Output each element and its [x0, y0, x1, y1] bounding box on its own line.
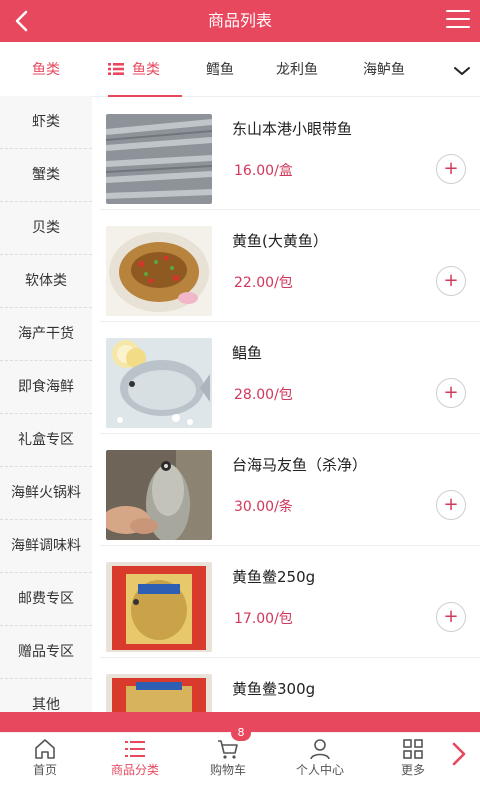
menu-button[interactable] [446, 10, 470, 32]
sidebar-item-seasoning[interactable]: 海鲜调味料 [0, 520, 92, 573]
product-price: 16.00/盒 [234, 163, 293, 179]
nav-label: 更多 [400, 763, 425, 777]
subcategory-tabs: 鱼类 鳕鱼 龙利鱼 海鲈鱼 [92, 44, 480, 97]
sidebar-item-mollusk[interactable]: 软体类 [0, 255, 92, 308]
sidebar-item-fish[interactable]: 鱼类 [0, 44, 92, 96]
product-list: 东山本港小眼带鱼 16.00/盒 + 黄鱼(大黄鱼） 22.00/包 + 鲳鱼 … [100, 98, 480, 712]
product-item[interactable]: 鲳鱼 28.00/包 + [100, 322, 480, 434]
product-price: 28.00/包 [234, 387, 293, 403]
product-name[interactable]: 东山本港小眼带鱼 [232, 118, 352, 139]
product-item[interactable]: 台海马友鱼（杀净） 30.00/条 + [100, 434, 480, 546]
product-name[interactable]: 黄鱼鲞300g [232, 678, 315, 699]
nav-home[interactable]: 首页 [0, 733, 90, 800]
product-image[interactable] [106, 226, 212, 316]
nav-profile[interactable]: 个人中心 [275, 733, 365, 800]
tab-cod[interactable]: 鳕鱼 [206, 44, 234, 97]
product-name[interactable]: 黄鱼鲞250g [232, 566, 315, 587]
product-item[interactable]: 黄鱼(大黄鱼） 22.00/包 + [100, 210, 480, 322]
hamburger-icon-line [446, 10, 470, 12]
nav-label: 个人中心 [295, 763, 344, 777]
add-to-cart-button[interactable]: + [436, 602, 466, 632]
tab-fish[interactable]: 鱼类 [108, 44, 182, 97]
app-root: 商品列表 鱼类 虾类 蟹类 贝类 软体类 海产干货 即食海鲜 礼盒专区 海鲜火锅… [0, 0, 480, 800]
nav-label: 首页 [32, 763, 57, 777]
sidebar-item-dried-seafood[interactable]: 海产干货 [0, 308, 92, 361]
sidebar-item-shellfish[interactable]: 贝类 [0, 202, 92, 255]
add-to-cart-button[interactable]: + [436, 490, 466, 520]
page-title: 商品列表 [207, 11, 272, 30]
tab-sole[interactable]: 龙利鱼 [276, 44, 318, 97]
tab-sea-bass[interactable]: 海鲈鱼 [363, 44, 405, 97]
user-icon [310, 739, 330, 760]
product-image[interactable] [106, 562, 212, 652]
product-item[interactable]: 东山本港小眼带鱼 16.00/盒 + [100, 98, 480, 210]
product-item[interactable]: 黄鱼鲞250g 17.00/包 + [100, 546, 480, 658]
product-image[interactable] [106, 114, 212, 204]
nav-categories[interactable]: 商品分类 [90, 733, 180, 800]
cart-icon [218, 740, 238, 759]
category-sidebar: 鱼类 虾类 蟹类 贝类 软体类 海产干货 即食海鲜 礼盒专区 海鲜火锅料 海鲜调… [0, 44, 92, 712]
grid-icon [403, 739, 423, 759]
product-price: 17.00/包 [234, 611, 293, 627]
hamburger-icon-line [446, 26, 470, 28]
add-to-cart-button[interactable]: + [436, 266, 466, 296]
sidebar-item-other[interactable]: 其他 [0, 679, 92, 712]
home-icon [35, 739, 55, 759]
add-to-cart-button[interactable]: + [436, 378, 466, 408]
nav-cart[interactable]: 8 购物车 [183, 725, 273, 800]
bottom-nav: 首页 商品分类 8 购物车 个人中心 更多 [0, 725, 480, 800]
product-name[interactable]: 鲳鱼 [232, 342, 262, 363]
list-icon [108, 63, 124, 75]
product-price: 22.00/包 [234, 275, 293, 291]
add-to-cart-button[interactable]: + [436, 154, 466, 184]
chevron-right-icon[interactable] [448, 741, 470, 767]
header-bar: 商品列表 [0, 0, 480, 42]
sidebar-item-crab[interactable]: 蟹类 [0, 149, 92, 202]
cart-count-badge: 8 [231, 725, 251, 741]
sidebar-item-ready-to-eat[interactable]: 即食海鲜 [0, 361, 92, 414]
product-image[interactable] [106, 450, 212, 540]
chevron-down-icon[interactable] [450, 59, 474, 83]
nav-label: 购物车 [209, 763, 246, 777]
tab-label: 鱼类 [132, 62, 160, 78]
sidebar-item-gifts[interactable]: 赠品专区 [0, 626, 92, 679]
product-image[interactable] [106, 674, 212, 712]
product-item[interactable]: 黄鱼鲞300g [100, 658, 480, 712]
nav-more[interactable]: 更多 [368, 733, 458, 800]
nav-label: 商品分类 [110, 763, 159, 777]
product-name[interactable]: 黄鱼(大黄鱼） [232, 230, 328, 251]
sidebar-item-gift-box[interactable]: 礼盒专区 [0, 414, 92, 467]
sidebar-item-shrimp[interactable]: 虾类 [0, 96, 92, 149]
product-price: 30.00/条 [234, 499, 293, 515]
product-image[interactable] [106, 338, 212, 428]
product-name[interactable]: 台海马友鱼（杀净） [232, 454, 367, 475]
sidebar-item-shipping[interactable]: 邮费专区 [0, 573, 92, 626]
list-icon [125, 741, 145, 757]
hamburger-icon-line [446, 18, 470, 20]
sidebar-item-hotpot[interactable]: 海鲜火锅料 [0, 467, 92, 520]
